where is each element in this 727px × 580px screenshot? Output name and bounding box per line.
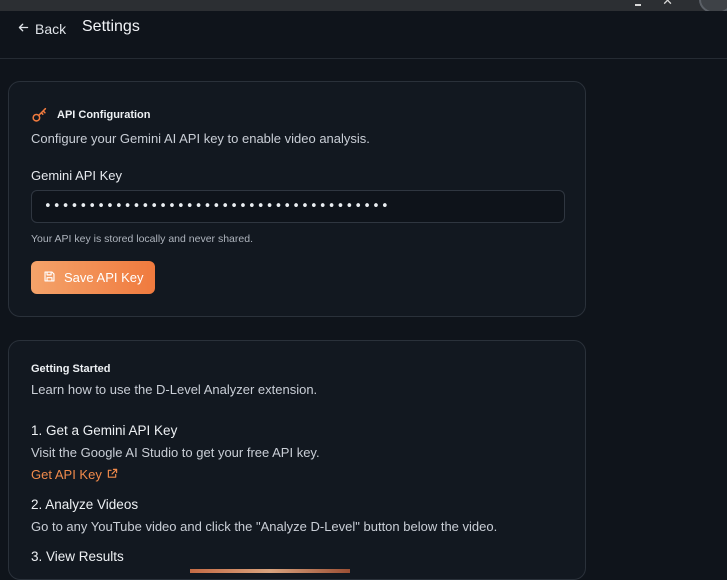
video-thumbnail-peek [190,569,350,573]
api-key-label: Gemini API Key [31,168,123,183]
browser-chrome-strip: ✕ [0,0,727,14]
save-button-label: Save API Key [64,270,144,285]
step-1-title: 1. Get a Gemini API Key [31,423,178,438]
getting-started-card: Getting Started Learn how to use the D-L… [8,340,586,580]
step-2-description: Go to any YouTube video and click the "A… [31,519,498,534]
api-configuration-heading: API Configuration [31,106,151,124]
get-api-key-link[interactable]: Get API Key [31,467,118,482]
back-label: Back [35,21,67,37]
external-link-icon [107,467,118,482]
close-icon[interactable]: ✕ [662,0,673,9]
key-icon [31,106,49,124]
minimize-icon[interactable] [635,0,643,8]
arrow-left-icon [17,21,30,37]
api-key-input[interactable] [31,190,565,223]
step-3-title: 3. View Results [31,549,124,564]
save-icon [43,270,56,286]
getting-started-heading: Getting Started [31,363,111,375]
api-configuration-title: API Configuration [57,109,151,121]
save-api-key-button[interactable]: Save API Key [31,261,155,294]
api-configuration-card: API Configuration Configure your Gemini … [8,81,586,317]
step-1-description: Visit the Google AI Studio to get your f… [31,445,320,460]
get-api-key-link-label: Get API Key [31,467,102,482]
settings-header: Back Settings [0,11,727,59]
step-2-title: 2. Analyze Videos [31,497,139,512]
api-key-hint: Your API key is stored locally and never… [31,233,253,245]
back-button[interactable]: Back [17,20,66,38]
page-title: Settings [82,18,140,35]
getting-started-description: Learn how to use the D-Level Analyzer ex… [31,382,318,397]
api-configuration-description: Configure your Gemini AI API key to enab… [31,131,370,146]
